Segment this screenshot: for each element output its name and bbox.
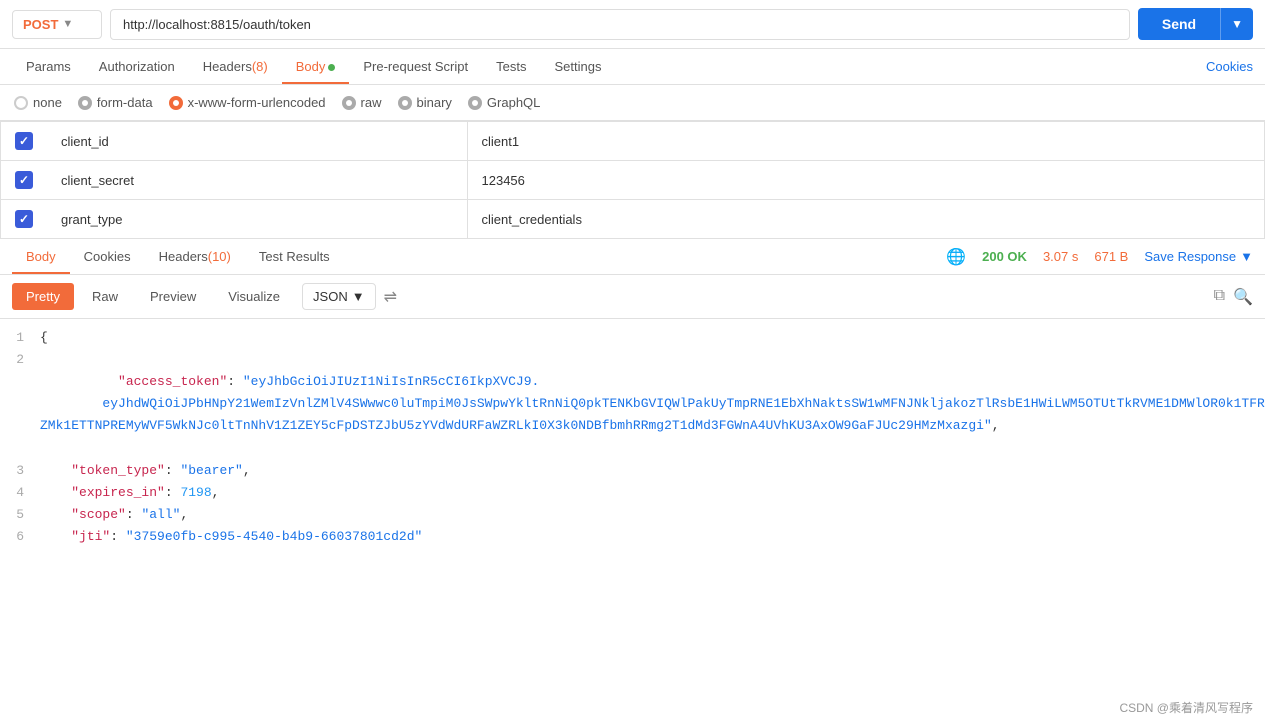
- row1-key: client_id: [47, 122, 467, 161]
- table-row: ✓ client_id client1: [1, 122, 1265, 161]
- code-area: 1 { 2 "access_token": "eyJhbGciOiJIUzI1N…: [0, 319, 1265, 556]
- resp-tab-headers[interactable]: Headers(10): [145, 239, 245, 274]
- format-tabs: Pretty Raw Preview Visualize: [12, 283, 294, 310]
- fmt-tab-raw[interactable]: Raw: [78, 283, 132, 310]
- table-row: ✓ client_secret 123456: [1, 161, 1265, 200]
- top-bar: POST ▼ Send ▼: [0, 0, 1265, 49]
- save-response-button[interactable]: Save Response ▼: [1144, 249, 1253, 264]
- json-format-label: JSON: [313, 289, 348, 304]
- tab-headers[interactable]: Headers(8): [189, 49, 282, 84]
- tab-prerequest[interactable]: Pre-request Script: [349, 49, 482, 84]
- tab-tests[interactable]: Tests: [482, 49, 540, 84]
- filter-icon[interactable]: ⇌: [384, 287, 397, 307]
- code-line-5: 5 "scope": "all",: [0, 504, 1265, 526]
- tab-authorization[interactable]: Authorization: [85, 49, 189, 84]
- globe-icon: 🌐: [946, 247, 966, 267]
- radio-binary: [398, 96, 412, 110]
- cookies-link[interactable]: Cookies: [1206, 49, 1253, 84]
- copy-icon[interactable]: ⧉: [1214, 287, 1225, 307]
- row2-key: client_secret: [47, 161, 467, 200]
- save-response-chevron-icon: ▼: [1240, 249, 1253, 264]
- watermark: CSDN @乘着清风写程序: [1119, 699, 1253, 716]
- radio-urlencoded: [169, 96, 183, 110]
- code-line-6: 6 "jti": "3759e0fb-c995-4540-b4b9-660378…: [0, 526, 1265, 548]
- row3-value: client_credentials: [467, 200, 1265, 239]
- body-type-urlencoded[interactable]: x-www-form-urlencoded: [169, 95, 326, 110]
- method-selector[interactable]: POST ▼: [12, 10, 102, 39]
- request-tab-bar: Params Authorization Headers(8) Body Pre…: [0, 49, 1265, 85]
- form-table: ✓ client_id client1 ✓ client_secret 1234…: [0, 121, 1265, 239]
- row2-value: 123456: [467, 161, 1265, 200]
- request-tabs: Params Authorization Headers(8) Body Pre…: [12, 49, 615, 84]
- response-tabs: Body Cookies Headers(10) Test Results: [12, 239, 344, 274]
- row3-key: grant_type: [47, 200, 467, 239]
- tab-params[interactable]: Params: [12, 49, 85, 84]
- search-icon[interactable]: 🔍: [1233, 287, 1253, 307]
- body-type-none[interactable]: none: [14, 95, 62, 110]
- json-dropdown-chevron-icon: ▼: [352, 289, 365, 304]
- json-format-dropdown[interactable]: JSON ▼: [302, 283, 376, 310]
- send-dropdown-button[interactable]: ▼: [1220, 8, 1253, 40]
- row3-checkbox[interactable]: ✓: [15, 210, 33, 228]
- fmt-tab-visualize[interactable]: Visualize: [214, 283, 294, 310]
- response-tab-bar: Body Cookies Headers(10) Test Results 🌐 …: [0, 239, 1265, 275]
- fmt-tab-pretty[interactable]: Pretty: [12, 283, 74, 310]
- format-toolbar: Pretty Raw Preview Visualize JSON ▼ ⇌ ⧉ …: [0, 275, 1265, 319]
- body-type-form-data[interactable]: form-data: [78, 95, 153, 110]
- radio-form-data: [78, 96, 92, 110]
- body-type-binary[interactable]: binary: [398, 95, 452, 110]
- row2-checkbox[interactable]: ✓: [15, 171, 33, 189]
- table-row: ✓ grant_type client_credentials: [1, 200, 1265, 239]
- tab-body[interactable]: Body: [282, 49, 350, 84]
- method-chevron-icon: ▼: [62, 18, 73, 30]
- status-badge: 200 OK: [982, 249, 1027, 264]
- url-input[interactable]: [110, 9, 1130, 40]
- code-line-3: 3 "token_type": "bearer",: [0, 460, 1265, 482]
- radio-none: [14, 96, 28, 110]
- tab-settings[interactable]: Settings: [540, 49, 615, 84]
- response-status-bar: 🌐 200 OK 3.07 s 671 B Save Response ▼: [946, 247, 1253, 267]
- response-time: 3.07 s: [1043, 249, 1078, 264]
- toolbar-right-icons: ⧉ 🔍: [1214, 287, 1253, 307]
- row1-value: client1: [467, 122, 1265, 161]
- code-line-1: 1 {: [0, 327, 1265, 349]
- body-active-dot: [328, 64, 335, 71]
- resp-tab-cookies[interactable]: Cookies: [70, 239, 145, 274]
- send-button-group: Send ▼: [1138, 8, 1253, 40]
- fmt-tab-preview[interactable]: Preview: [136, 283, 210, 310]
- row1-checkbox[interactable]: ✓: [15, 132, 33, 150]
- method-label: POST: [23, 17, 58, 32]
- resp-tab-test-results[interactable]: Test Results: [245, 239, 344, 274]
- body-type-raw[interactable]: raw: [342, 95, 382, 110]
- send-button[interactable]: Send: [1138, 8, 1220, 40]
- response-size: 671 B: [1094, 249, 1128, 264]
- body-type-graphql[interactable]: GraphQL: [468, 95, 540, 110]
- radio-raw: [342, 96, 356, 110]
- body-type-bar: none form-data x-www-form-urlencoded raw…: [0, 85, 1265, 121]
- code-line-2: 2 "access_token": "eyJhbGciOiJIUzI1NiIsI…: [0, 349, 1265, 459]
- code-line-4: 4 "expires_in": 7198,: [0, 482, 1265, 504]
- radio-graphql: [468, 96, 482, 110]
- resp-tab-body[interactable]: Body: [12, 239, 70, 274]
